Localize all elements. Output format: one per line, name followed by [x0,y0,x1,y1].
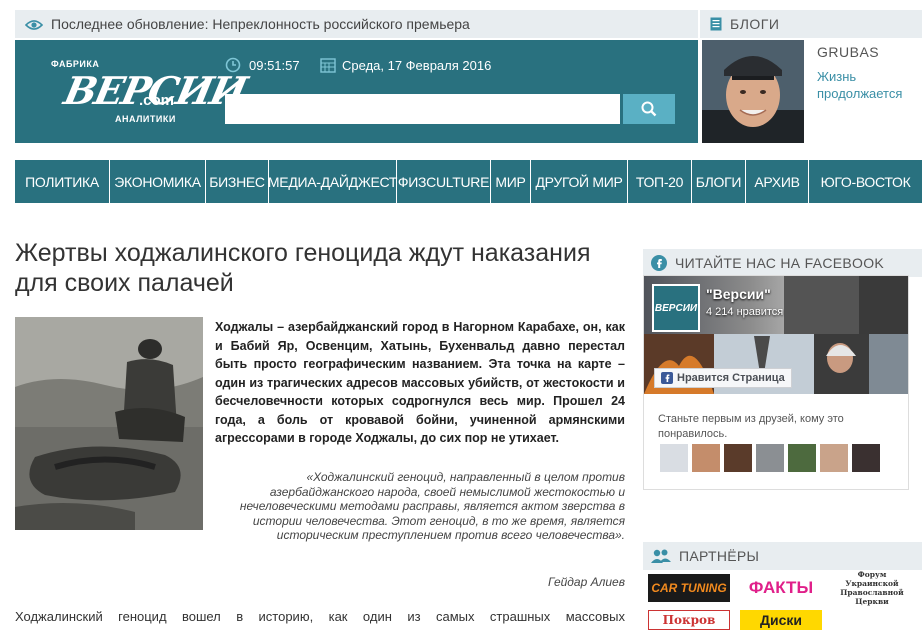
partner-fakty-label: ФАКТЫ [748,578,814,597]
search-input[interactable] [225,94,620,124]
logo-domain-text: .com [139,92,175,109]
facebook-icon [651,255,667,271]
facebook-friends-text: Станьте первым из друзей, кому это понра… [658,413,844,440]
article-quote: «Ходжалинский геноцид, направленный в це… [239,470,625,542]
avatar[interactable] [788,444,816,472]
blog-author-photo[interactable] [702,40,804,143]
facebook-faces [660,444,880,472]
avatar[interactable] [724,444,752,472]
nav-item-business[interactable]: БИЗНЕС [206,160,269,203]
site-header: ФАБРИКА ВЕРСИИ .com АНАЛИТИКИ 09:51:57 С… [15,40,698,143]
nav-item-world[interactable]: МИР [491,160,531,203]
main-nav: ПОЛИТИКА ЭКОНОМИКА БИЗНЕС МЕДИА-ДАЙДЖЕСТ… [15,160,922,203]
article-body: Ходжалинский геноцид вошел в историю, ка… [15,609,625,624]
avatar[interactable] [852,444,880,472]
facebook-cover: ВЕРСИИ "Версии" 4 214 нравится Нравится … [644,276,908,394]
nav-item-economy[interactable]: ЭКОНОМИКА [110,160,206,203]
current-time: 09:51:57 [225,57,300,73]
nav-item-blogs[interactable]: БЛОГИ [692,160,746,203]
partner-car-tuning[interactable]: CAR TUNING [648,574,730,602]
partner-pokrov[interactable]: Покров [648,610,730,630]
nav-item-top-20[interactable]: ТОП-20 [628,160,692,203]
partner-church-forum-label: Форум Украинской Православной Церкви [840,570,904,606]
partner-church-forum[interactable]: Форум Украинской Православной Церкви [832,570,912,606]
nav-item-other-world[interactable]: ДРУГОЙ МИР [531,160,628,203]
article-photo [15,317,203,530]
facebook-header-label: ЧИТАЙТЕ НАС НА FACEBOOK [675,255,885,271]
partner-pokrov-label: Покров [662,613,716,627]
partner-diski[interactable]: Диски [740,610,822,630]
partner-fakty[interactable]: ФАКТЫ [740,574,822,602]
partner-diski-label: Диски [760,612,802,628]
facebook-widget: ВЕРСИИ "Версии" 4 214 нравится Нравится … [643,275,909,490]
facebook-header: ЧИТАЙТЕ НАС НА FACEBOOK [643,249,922,277]
nav-item-politics[interactable]: ПОЛИТИКА [15,160,110,203]
blog-post-link[interactable]: Жизнь продолжается [817,68,917,102]
article-title: Жертвы ходжалинского геноцида ждут наказ… [15,239,591,297]
document-icon [710,17,722,31]
clock-icon [225,57,241,73]
facebook-page-name[interactable]: "Версии" [706,286,771,302]
avatar[interactable] [756,444,784,472]
facebook-like-label: Нравится Страница [677,372,785,384]
logo-bottom-text: АНАЛИТИКИ [115,114,176,124]
facebook-logo-icon [661,372,673,384]
facebook-likes-count: 4 214 нравится [706,306,784,318]
blogs-header: БЛОГИ [700,10,922,38]
search-icon [641,101,657,117]
nav-item-south-east[interactable]: ЮГО-ВОСТОК [809,160,922,203]
people-icon [651,548,671,564]
avatar[interactable] [820,444,848,472]
nav-item-media-digest[interactable]: МЕДИА-ДАЙДЖЕСТ [268,160,397,203]
facebook-page-logo[interactable]: ВЕРСИИ [652,284,700,332]
search-button[interactable] [623,94,675,124]
quote-author: Гейдар Алиев [547,575,625,589]
avatar[interactable] [692,444,720,472]
partner-car-tuning-label: CAR TUNING [651,581,727,595]
partners-header-label: ПАРТНЁРЫ [679,548,760,564]
latest-update-link[interactable]: Последнее обновление: Непреклонность рос… [51,16,470,32]
nav-item-archive[interactable]: АРХИВ [746,160,809,203]
eye-icon [24,18,44,30]
date-text: Среда, 17 Февраля 2016 [342,57,492,73]
blog-author-name[interactable]: GRUBAS [817,44,879,60]
site-logo[interactable]: ФАБРИКА ВЕРСИИ .com АНАЛИТИКИ [47,56,250,128]
latest-update-bar: Последнее обновление: Непреклонность рос… [15,10,698,38]
blogs-header-label: БЛОГИ [730,16,780,32]
current-date: Среда, 17 Февраля 2016 [320,57,491,73]
avatar[interactable] [660,444,688,472]
time-text: 09:51:57 [249,57,300,73]
article-lead: Ходжалы – азербайджанский город в Нагорн… [215,320,625,445]
calendar-icon [320,57,336,73]
facebook-like-button[interactable]: Нравится Страница [654,368,792,388]
partners-header: ПАРТНЁРЫ [643,542,922,570]
nav-item-fizculture[interactable]: ФИЗCULTURE [397,160,491,203]
